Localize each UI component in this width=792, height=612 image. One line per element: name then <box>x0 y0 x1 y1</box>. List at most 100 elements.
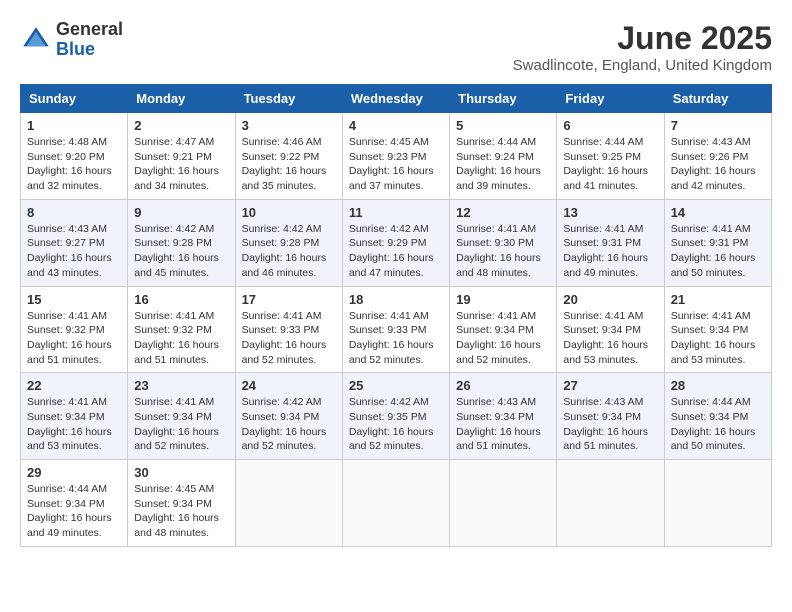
calendar-cell <box>664 460 771 547</box>
calendar-cell <box>342 460 449 547</box>
day-number: 16 <box>134 292 228 307</box>
calendar-cell <box>235 460 342 547</box>
calendar-cell: 26 Sunrise: 4:43 AM Sunset: 9:34 PM Dayli… <box>450 373 557 460</box>
day-info: Sunrise: 4:48 AM Sunset: 9:20 PM Dayligh… <box>27 135 121 194</box>
day-info: Sunrise: 4:41 AM Sunset: 9:32 PM Dayligh… <box>134 309 228 368</box>
day-info: Sunrise: 4:44 AM Sunset: 9:34 PM Dayligh… <box>27 482 121 541</box>
day-info: Sunrise: 4:43 AM Sunset: 9:27 PM Dayligh… <box>27 222 121 281</box>
page-header: General Blue June 2025 Swadlincote, Engl… <box>20 20 772 74</box>
calendar-week-row: 1Sunrise: 4:48 AM Sunset: 9:20 PM Daylig… <box>21 113 772 200</box>
weekday-header-tuesday: Tuesday <box>235 85 342 113</box>
day-number: 15 <box>27 292 121 307</box>
logo-text: General Blue <box>56 20 123 60</box>
calendar-cell: 29Sunrise: 4:44 AM Sunset: 9:34 PM Dayli… <box>21 460 128 547</box>
day-number: 9 <box>134 205 228 220</box>
calendar-cell: 19 Sunrise: 4:41 AM Sunset: 9:34 PM Dayli… <box>450 286 557 373</box>
day-info: Sunrise: 4:41 AM Sunset: 9:32 PM Dayligh… <box>27 309 121 368</box>
day-info: Sunrise: 4:41 AM Sunset: 9:33 PM Dayligh… <box>242 309 336 368</box>
calendar-cell: 22 Sunrise: 4:41 AM Sunset: 9:34 PM Dayli… <box>21 373 128 460</box>
calendar-cell: 27Sunrise: 4:43 AM Sunset: 9:34 PM Dayli… <box>557 373 664 460</box>
weekday-header-wednesday: Wednesday <box>342 85 449 113</box>
day-number: 2 <box>134 118 228 133</box>
day-number: 6 <box>563 118 657 133</box>
day-info: Sunrise: 4:41 AM Sunset: 9:34 PM Dayligh… <box>27 395 121 454</box>
day-number: 8 <box>27 205 121 220</box>
day-info: Sunrise: 4:44 AM Sunset: 9:34 PM Dayligh… <box>671 395 765 454</box>
day-number: 5 <box>456 118 550 133</box>
logo-blue: Blue <box>56 40 123 60</box>
day-info: Sunrise: 4:42 AM Sunset: 9:34 PM Dayligh… <box>242 395 336 454</box>
day-info: Sunrise: 4:41 AM Sunset: 9:33 PM Dayligh… <box>349 309 443 368</box>
day-info: Sunrise: 4:44 AM Sunset: 9:25 PM Dayligh… <box>563 135 657 194</box>
day-info: Sunrise: 4:47 AM Sunset: 9:21 PM Dayligh… <box>134 135 228 194</box>
day-info: Sunrise: 4:41 AM Sunset: 9:31 PM Dayligh… <box>563 222 657 281</box>
weekday-header-saturday: Saturday <box>664 85 771 113</box>
day-number: 22 <box>27 378 121 393</box>
calendar-cell: 6 Sunrise: 4:44 AM Sunset: 9:25 PM Daylig… <box>557 113 664 200</box>
day-number: 30 <box>134 465 228 480</box>
calendar-cell: 16 Sunrise: 4:41 AM Sunset: 9:32 PM Dayli… <box>128 286 235 373</box>
day-number: 17 <box>242 292 336 307</box>
calendar-cell: 20Sunrise: 4:41 AM Sunset: 9:34 PM Dayli… <box>557 286 664 373</box>
day-info: Sunrise: 4:42 AM Sunset: 9:28 PM Dayligh… <box>242 222 336 281</box>
weekday-header-sunday: Sunday <box>21 85 128 113</box>
calendar-week-row: 15 Sunrise: 4:41 AM Sunset: 9:32 PM Dayli… <box>21 286 772 373</box>
location: Swadlincote, England, United Kingdom <box>513 57 772 74</box>
calendar-cell: 7Sunrise: 4:43 AM Sunset: 9:26 PM Daylig… <box>664 113 771 200</box>
calendar-cell <box>557 460 664 547</box>
day-info: Sunrise: 4:45 AM Sunset: 9:34 PM Dayligh… <box>134 482 228 541</box>
calendar-week-row: 29Sunrise: 4:44 AM Sunset: 9:34 PM Dayli… <box>21 460 772 547</box>
day-info: Sunrise: 4:41 AM Sunset: 9:30 PM Dayligh… <box>456 222 550 281</box>
day-info: Sunrise: 4:41 AM Sunset: 9:34 PM Dayligh… <box>134 395 228 454</box>
day-number: 26 <box>456 378 550 393</box>
day-info: Sunrise: 4:45 AM Sunset: 9:23 PM Dayligh… <box>349 135 443 194</box>
calendar-cell: 13 Sunrise: 4:41 AM Sunset: 9:31 PM Dayli… <box>557 199 664 286</box>
calendar-header-row: SundayMondayTuesdayWednesdayThursdayFrid… <box>21 85 772 113</box>
day-number: 12 <box>456 205 550 220</box>
calendar-cell: 9Sunrise: 4:42 AM Sunset: 9:28 PM Daylig… <box>128 199 235 286</box>
day-info: Sunrise: 4:43 AM Sunset: 9:34 PM Dayligh… <box>456 395 550 454</box>
day-number: 7 <box>671 118 765 133</box>
day-info: Sunrise: 4:41 AM Sunset: 9:34 PM Dayligh… <box>563 309 657 368</box>
weekday-header-friday: Friday <box>557 85 664 113</box>
calendar-cell: 12 Sunrise: 4:41 AM Sunset: 9:30 PM Dayli… <box>450 199 557 286</box>
calendar-cell: 5Sunrise: 4:44 AM Sunset: 9:24 PM Daylig… <box>450 113 557 200</box>
calendar-cell <box>450 460 557 547</box>
day-info: Sunrise: 4:46 AM Sunset: 9:22 PM Dayligh… <box>242 135 336 194</box>
day-number: 10 <box>242 205 336 220</box>
day-number: 18 <box>349 292 443 307</box>
day-number: 14 <box>671 205 765 220</box>
calendar-cell: 3 Sunrise: 4:46 AM Sunset: 9:22 PM Daylig… <box>235 113 342 200</box>
day-info: Sunrise: 4:42 AM Sunset: 9:29 PM Dayligh… <box>349 222 443 281</box>
day-number: 19 <box>456 292 550 307</box>
day-number: 25 <box>349 378 443 393</box>
calendar-cell: 14Sunrise: 4:41 AM Sunset: 9:31 PM Dayli… <box>664 199 771 286</box>
calendar-cell: 17 Sunrise: 4:41 AM Sunset: 9:33 PM Dayli… <box>235 286 342 373</box>
day-number: 23 <box>134 378 228 393</box>
month-title: June 2025 <box>513 20 772 57</box>
day-number: 28 <box>671 378 765 393</box>
calendar-cell: 4Sunrise: 4:45 AM Sunset: 9:23 PM Daylig… <box>342 113 449 200</box>
calendar-cell: 10 Sunrise: 4:42 AM Sunset: 9:28 PM Dayli… <box>235 199 342 286</box>
calendar-cell: 2 Sunrise: 4:47 AM Sunset: 9:21 PM Daylig… <box>128 113 235 200</box>
weekday-header-thursday: Thursday <box>450 85 557 113</box>
calendar-cell: 15 Sunrise: 4:41 AM Sunset: 9:32 PM Dayli… <box>21 286 128 373</box>
calendar-cell: 21Sunrise: 4:41 AM Sunset: 9:34 PM Dayli… <box>664 286 771 373</box>
calendar-cell: 24 Sunrise: 4:42 AM Sunset: 9:34 PM Dayli… <box>235 373 342 460</box>
calendar-cell: 25 Sunrise: 4:42 AM Sunset: 9:35 PM Dayli… <box>342 373 449 460</box>
day-info: Sunrise: 4:41 AM Sunset: 9:34 PM Dayligh… <box>456 309 550 368</box>
day-number: 11 <box>349 205 443 220</box>
calendar-week-row: 22 Sunrise: 4:41 AM Sunset: 9:34 PM Dayli… <box>21 373 772 460</box>
calendar-cell: 11 Sunrise: 4:42 AM Sunset: 9:29 PM Dayli… <box>342 199 449 286</box>
calendar-cell: 23 Sunrise: 4:41 AM Sunset: 9:34 PM Dayli… <box>128 373 235 460</box>
day-number: 3 <box>242 118 336 133</box>
day-number: 13 <box>563 205 657 220</box>
weekday-header-monday: Monday <box>128 85 235 113</box>
calendar-cell: 30 Sunrise: 4:45 AM Sunset: 9:34 PM Dayli… <box>128 460 235 547</box>
day-number: 27 <box>563 378 657 393</box>
calendar-week-row: 8 Sunrise: 4:43 AM Sunset: 9:27 PM Daylig… <box>21 199 772 286</box>
day-info: Sunrise: 4:42 AM Sunset: 9:35 PM Dayligh… <box>349 395 443 454</box>
day-number: 21 <box>671 292 765 307</box>
title-block: June 2025 Swadlincote, England, United K… <box>513 20 772 74</box>
day-number: 24 <box>242 378 336 393</box>
